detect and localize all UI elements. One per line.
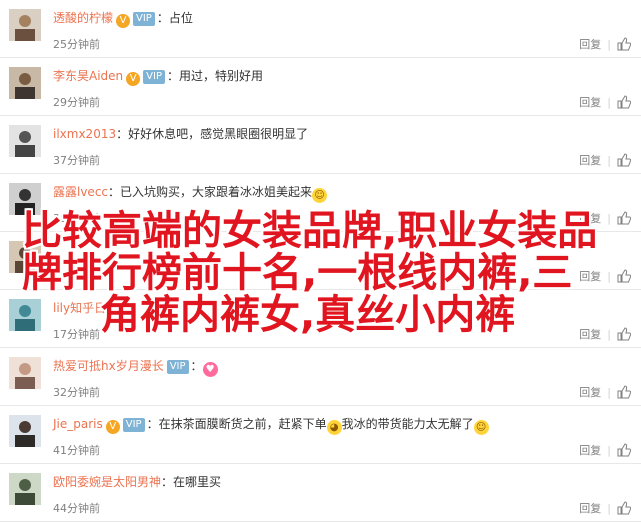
avatar[interactable] <box>9 67 41 99</box>
comment-text: 占位 <box>168 11 193 25</box>
avatar[interactable] <box>9 9 41 41</box>
timestamp: 41分钟前 <box>53 444 100 457</box>
comment-item: 李东昊Aiden V VIP ：用过，特别好用 29分钟前 回复 | <box>0 58 641 116</box>
cat-emoji-icon: ◕ <box>326 420 342 435</box>
reply-button[interactable]: 回复 <box>579 154 601 167</box>
comment-item: 欧阳委婉是太阳男神：在哪里买 44分钟前 回复 | <box>0 464 641 522</box>
like-icon[interactable] <box>617 95 631 109</box>
smile-emoji-icon: ☺ <box>473 420 489 435</box>
username[interactable]: lily知乎日 <box>53 301 106 315</box>
comment-text: 用过，特别好用 <box>179 69 264 83</box>
comment-text: 在哪里买 <box>173 475 222 489</box>
reply-button[interactable]: 回复 <box>579 96 601 109</box>
timestamp: 17分钟前 <box>53 328 100 341</box>
like-icon[interactable] <box>617 385 631 399</box>
comment-item: 透酸的柠檬 V VIP ：占位 25分钟前 回复 | <box>0 0 641 58</box>
avatar[interactable] <box>9 299 41 331</box>
verified-icon: V <box>126 72 141 86</box>
comment-list: 透酸的柠檬 V VIP ：占位 25分钟前 回复 | 李东昊Aiden V VIP ：用过，特… <box>0 0 641 522</box>
vip-badge: VIP <box>133 12 155 26</box>
reply-button[interactable]: 回复 <box>579 270 601 283</box>
username[interactable]: 露露lvecc <box>53 185 108 199</box>
timestamp: 25分钟前 <box>53 38 100 51</box>
vip-badge: VIP <box>143 70 165 84</box>
avatar[interactable] <box>9 357 41 389</box>
username[interactable]: 欧阳委婉是太阳男神 <box>53 475 161 489</box>
comment-item: 露露lvecc：已入坑购买，大家跟着冰冰姐美起来 ☺ 38分钟前 回复 | <box>0 174 641 232</box>
avatar[interactable] <box>9 241 41 273</box>
username[interactable]: 热爱可抵hx岁月漫长 <box>53 359 164 373</box>
verified-icon: V <box>105 420 120 434</box>
comment-text: 在抹茶面膜断货之前，赶紧下单 <box>158 417 327 431</box>
comment-item: Jie_paris V VIP ：在抹茶面膜断货之前，赶紧下单 ◕ 我冰的带货能力太无解了… <box>0 406 641 464</box>
comment-text-2: 我冰的带货能力太无解了 <box>341 417 474 431</box>
reply-button[interactable]: 回复 <box>579 386 601 399</box>
reply-button[interactable]: 回复 <box>579 38 601 51</box>
username[interactable]: 透酸的柠檬 <box>53 11 113 25</box>
like-icon[interactable] <box>617 501 631 515</box>
like-icon[interactable] <box>617 269 631 283</box>
grin-emoji-icon: ☺ <box>312 188 328 203</box>
timestamp: 32分钟前 <box>53 386 100 399</box>
comment-item: ilxmx2013：好好休息吧，感觉黑眼圈很明显了 37分钟前 回复 | <box>0 116 641 174</box>
username[interactable]: 李东昊Aiden <box>53 69 123 83</box>
username[interactable]: ilxmx2013 <box>53 127 116 141</box>
like-icon[interactable] <box>617 37 631 51</box>
reply-button[interactable]: 回复 <box>579 444 601 457</box>
comment-item: 回复 | <box>0 232 641 290</box>
reply-button[interactable]: 回复 <box>579 212 601 225</box>
comment-item: lily知乎日 17分钟前 回复 | <box>0 290 641 348</box>
reply-button[interactable]: 回复 <box>579 502 601 515</box>
verified-icon: V <box>116 14 131 28</box>
timestamp: 37分钟前 <box>53 154 100 167</box>
comment-item: 热爱可抵hx岁月漫长 VIP： ♥ 32分钟前 回复 | <box>0 348 641 406</box>
avatar[interactable] <box>9 183 41 215</box>
vip-badge: VIP <box>122 418 145 432</box>
like-icon[interactable] <box>617 211 631 225</box>
comment-text: 好好休息吧，感觉黑眼圈很明显了 <box>128 127 309 141</box>
vip-badge: VIP <box>166 360 189 374</box>
like-icon[interactable] <box>617 153 631 167</box>
avatar[interactable] <box>9 473 41 505</box>
like-icon[interactable] <box>617 327 631 341</box>
timestamp: 38分钟前 <box>53 212 100 225</box>
reply-button[interactable]: 回复 <box>579 328 601 341</box>
like-icon[interactable] <box>617 443 631 457</box>
avatar[interactable] <box>9 125 41 157</box>
comment-text: 已入坑购买，大家跟着冰冰姐美起来 <box>120 185 313 199</box>
username[interactable]: Jie_paris <box>53 417 103 431</box>
avatar[interactable] <box>9 415 41 447</box>
heart-emoji-icon: ♥ <box>202 362 218 377</box>
timestamp: 44分钟前 <box>53 502 100 515</box>
timestamp: 29分钟前 <box>53 96 100 109</box>
